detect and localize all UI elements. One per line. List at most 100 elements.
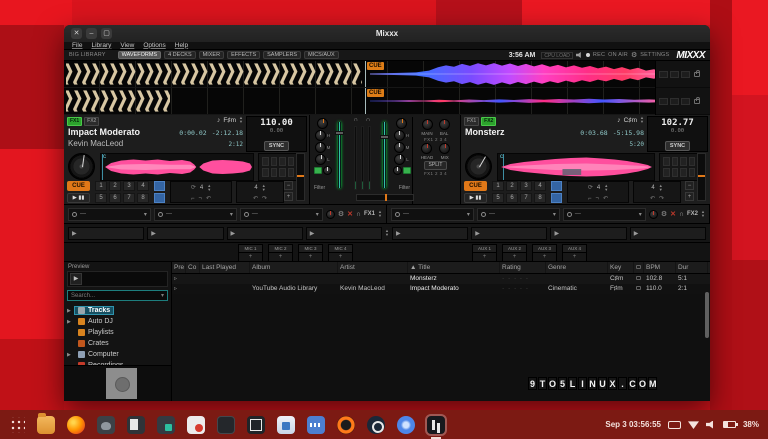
- speaker-icon[interactable]: [576, 52, 583, 58]
- search-dropdown-icon[interactable]: ▾: [161, 292, 164, 299]
- cell-rating[interactable]: · · · · ·: [500, 284, 546, 294]
- search-input[interactable]: Search... ▾: [67, 290, 168, 301]
- channel2-pfl-button[interactable]: [403, 167, 411, 174]
- aux3-add-button[interactable]: +: [532, 253, 557, 262]
- deck2-rate-slider[interactable]: [697, 153, 706, 201]
- deck1-spinny-vinyl[interactable]: [68, 153, 95, 180]
- col-preview[interactable]: Pre: [172, 262, 186, 273]
- software-store-icon[interactable]: [277, 416, 295, 434]
- skin-effects-button[interactable]: EFFECTS: [227, 51, 260, 59]
- reloop-icon[interactable]: ↶: [206, 195, 211, 202]
- dropdown-icon[interactable]: ▾: [316, 211, 319, 218]
- package-app-icon[interactable]: [157, 416, 175, 434]
- power-icon[interactable]: [481, 212, 486, 217]
- hotcue-6[interactable]: 6: [506, 193, 518, 203]
- aux4-button[interactable]: AUX 4: [562, 244, 587, 253]
- hotcue-3[interactable]: 3: [520, 181, 532, 191]
- aux1-add-button[interactable]: +: [472, 253, 497, 262]
- deck2-cue-button[interactable]: CUE: [464, 181, 487, 191]
- hotcue-2[interactable]: 2: [109, 181, 121, 191]
- notes-app-icon[interactable]: [127, 416, 145, 434]
- skin-4decks-button[interactable]: 4 DECKS: [164, 51, 196, 59]
- preview-play-button[interactable]: ▶: [70, 273, 82, 285]
- channel1-eq-mid-knob[interactable]: [315, 142, 326, 153]
- col-key[interactable]: Key: [608, 262, 634, 273]
- fx1-slot3[interactable]: —▾: [240, 208, 323, 221]
- mic2-add-button[interactable]: +: [268, 253, 293, 262]
- lock-icon[interactable]: [694, 99, 700, 104]
- hotcue-8[interactable]: 8: [534, 193, 546, 203]
- col-artist[interactable]: Artist: [338, 262, 408, 273]
- channel2-filter-knob[interactable]: [393, 166, 402, 175]
- mic1-add-button[interactable]: +: [238, 253, 263, 262]
- channel2-eq-low-knob[interactable]: [394, 154, 405, 165]
- sampler-bank-spinner[interactable]: ▲▼: [385, 229, 389, 237]
- keylock-button[interactable]: [154, 181, 165, 191]
- key-spinner[interactable]: ▲▼: [640, 116, 644, 124]
- waveform-deck1[interactable]: CUE: [64, 61, 655, 88]
- sidebar-item-crates[interactable]: Crates: [64, 338, 171, 349]
- loop-icon[interactable]: ⟳: [191, 184, 196, 191]
- menu-library[interactable]: Library: [91, 42, 111, 50]
- channel1-gain-knob[interactable]: [317, 118, 328, 129]
- sampler-5[interactable]: ▶: [392, 227, 468, 240]
- channel2-eq-high-knob[interactable]: [394, 130, 405, 141]
- aux2-add-button[interactable]: +: [502, 253, 527, 262]
- mic3-button[interactable]: MIC 3: [298, 244, 323, 253]
- hotcue-6[interactable]: 6: [109, 193, 121, 203]
- deck2-play-button[interactable]: ▶ ▮▮: [464, 193, 487, 203]
- dropdown-icon[interactable]: ▾: [467, 211, 470, 218]
- power-icon[interactable]: [395, 212, 400, 217]
- fader-handle[interactable]: [335, 131, 344, 135]
- taskbar-clock[interactable]: Sep 3 03:56:55: [605, 420, 661, 429]
- sidebar-item-playlists[interactable]: Playlists: [64, 327, 171, 338]
- sampler-8[interactable]: ▶: [630, 227, 706, 240]
- waveform-zoom-controls-deck2[interactable]: [656, 88, 710, 115]
- headphone-icon[interactable]: ∩: [356, 211, 361, 218]
- record-indicator-icon[interactable]: [586, 53, 590, 57]
- deck1-key[interactable]: F♯m: [223, 117, 236, 124]
- beatjump-forward-icon[interactable]: ↷: [659, 195, 664, 202]
- power-icon[interactable]: [567, 212, 572, 217]
- hotcue-5[interactable]: 5: [492, 193, 504, 203]
- menu-help[interactable]: Help: [175, 42, 188, 50]
- loop-size-spinner[interactable]: ▲▼: [604, 184, 608, 192]
- settings-button[interactable]: SETTINGS: [640, 52, 669, 58]
- deck1-cue-button[interactable]: CUE: [67, 181, 90, 191]
- col-bpm[interactable]: BPM: [644, 262, 676, 273]
- expand-arrow-icon[interactable]: ▶: [67, 308, 73, 314]
- deck2-key[interactable]: C♯m: [624, 117, 637, 124]
- loop-size-spinner[interactable]: ▲▼: [207, 184, 211, 192]
- table-row[interactable]: ▹ YouTube Audio Library Kevin MacLeod Im…: [172, 284, 710, 294]
- deck1-beatjump-size[interactable]: 4: [254, 185, 257, 191]
- document-app-icon[interactable]: [187, 416, 205, 434]
- col-title[interactable]: ▲ Title: [408, 262, 500, 273]
- mic1-button[interactable]: MIC 1: [238, 244, 263, 253]
- fx2-assign-badge[interactable]: FX2: [84, 117, 99, 126]
- gear-icon[interactable]: ⚙: [661, 211, 667, 218]
- file-manager-icon[interactable]: [37, 416, 55, 434]
- game-app-icon[interactable]: [337, 416, 355, 434]
- beatjump-back-icon[interactable]: ↶: [253, 195, 258, 202]
- sampler-2[interactable]: ▶: [147, 227, 223, 240]
- expand-arrow-icon[interactable]: ▶: [67, 352, 73, 358]
- dropdown-icon[interactable]: ▾: [639, 211, 642, 218]
- mic4-add-button[interactable]: +: [328, 253, 353, 262]
- hotcue-4[interactable]: 4: [137, 181, 149, 191]
- expand-arrow-icon[interactable]: ▶: [67, 319, 73, 325]
- deck2-beatgrid-controls[interactable]: [659, 153, 699, 181]
- deck2-overview-waveform[interactable]: c: [497, 153, 655, 181]
- skin-mixer-button[interactable]: MIXER: [199, 51, 224, 59]
- cat-app-icon[interactable]: [97, 416, 115, 434]
- headphone-icon[interactable]: ∩: [679, 211, 684, 218]
- deck1-play-button[interactable]: ▶ ▮▮: [67, 193, 90, 203]
- loop-icon[interactable]: ⟳: [588, 184, 593, 191]
- sidebar-item-computer[interactable]: ▶ Computer: [64, 349, 171, 360]
- aux2-button[interactable]: AUX 2: [502, 244, 527, 253]
- gear-icon[interactable]: ⚙: [338, 211, 344, 218]
- aux1-button[interactable]: AUX 1: [472, 244, 497, 253]
- waveform-zoom-controls-deck1[interactable]: [656, 61, 710, 88]
- hotcue-7[interactable]: 7: [520, 193, 532, 203]
- hotcue-7[interactable]: 7: [123, 193, 135, 203]
- fx-unit-spinner[interactable]: ▲▼: [378, 210, 382, 218]
